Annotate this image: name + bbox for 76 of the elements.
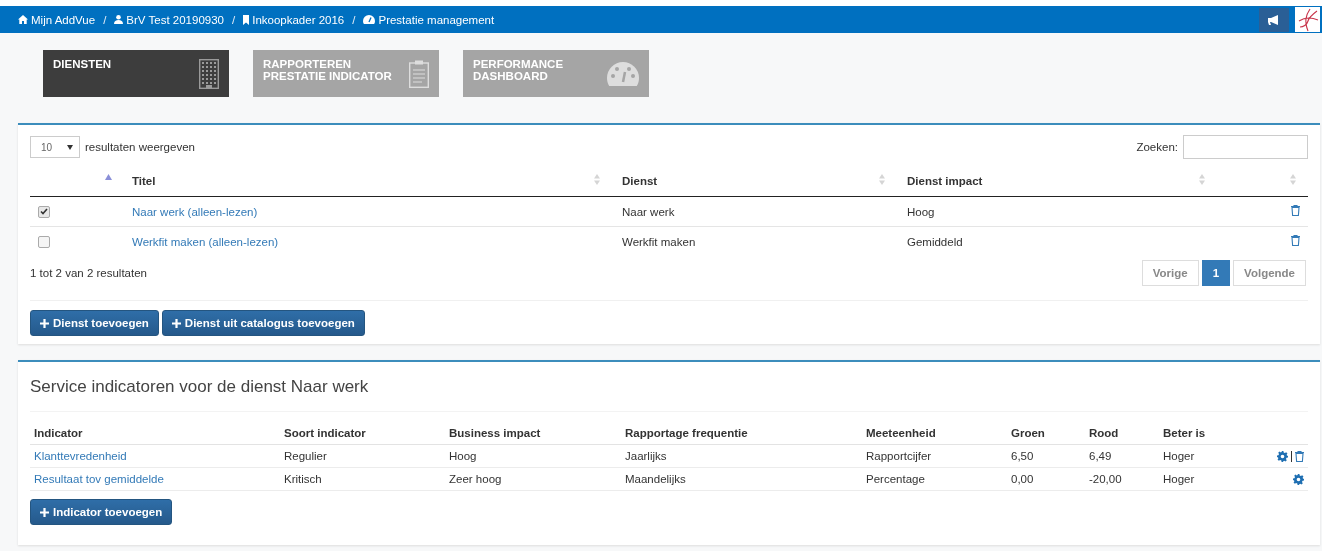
table-cell: 6,49 [1089,450,1112,462]
page-length-select[interactable]: 10 [30,136,80,158]
table-cell: Werkfit maken [622,235,696,248]
table-cell: Gemiddeld [907,235,963,248]
table-cell: Rapportcijfer [866,450,932,462]
trash-icon[interactable] [1295,451,1304,463]
table-cell: Hoger [1163,473,1195,485]
search-field[interactable] [1183,135,1308,159]
plus-icon [171,318,181,328]
column-header[interactable]: Dienst impact [907,174,983,187]
add-button[interactable]: Indicator toevoegen [30,499,173,525]
breadcrumb-separator: / [232,13,236,26]
breadcrumb-link[interactable]: Prestatie management [363,13,495,26]
sort-ascending-icon[interactable] [105,174,112,180]
logo-icon [1296,7,1319,32]
indicator-link[interactable]: Resultaat tov gemiddelde [34,473,164,485]
table-cell: Maandelijks [625,473,686,485]
navigation-tile[interactable]: DIENSTEN [43,50,229,97]
trash-icon[interactable] [1291,235,1300,246]
home-icon [18,15,28,24]
add-button[interactable]: Dienst uit catalogus toevoegen [161,310,365,336]
table-cell: Kritisch [284,473,322,485]
column-header: Groen [1011,427,1045,439]
trash-icon[interactable] [1291,205,1300,216]
pagination-button[interactable]: Vorige [1141,260,1199,286]
column-header: Business impact [449,427,541,439]
building-icon [199,58,219,89]
user-icon [114,15,124,24]
settings-icon[interactable] [1293,474,1304,486]
breadcrumb-link[interactable]: Mijn AddVue [18,13,96,26]
plus-icon [40,318,49,328]
clipboard-icon [409,59,429,88]
pagination-button[interactable]: Volgende [1233,260,1306,286]
column-header: Rapportage frequentie [625,427,748,439]
column-header: Meeteenheid [866,427,936,439]
table-cell: Percentage [866,473,925,485]
table-cell: Naar werk [622,205,675,218]
results-info: 1 tot 2 van 2 resultaten [30,267,147,279]
column-header[interactable]: Titel [132,174,156,187]
table-cell: Hoog [449,450,477,462]
row-checkbox[interactable] [38,236,50,248]
service-title-link[interactable]: Naar werk (alleen-lezen) [132,205,258,218]
table-cell: -20,00 [1089,473,1122,485]
page-length-label: resultaten weergeven [85,141,195,153]
megaphone-icon [1268,14,1280,25]
dashboard-icon [363,15,376,24]
logo[interactable] [1295,7,1320,32]
add-button[interactable]: Dienst toevoegen [30,310,159,336]
settings-icon[interactable] [1277,451,1288,463]
table-cell: Jaarlijks [625,450,667,462]
bookmark-icon [243,14,250,25]
table-cell: 0,00 [1011,473,1034,485]
dashboard-icon [607,61,639,86]
indicator-link[interactable]: Klanttevredenheid [34,450,127,462]
row-checkbox[interactable] [38,206,50,218]
search-label: Zoeken: [1136,141,1178,153]
table-cell: Zeer hoog [449,473,502,485]
table-cell: Hoger [1163,450,1195,462]
table-cell: Hoog [907,205,935,218]
column-header: Soort indicator [284,427,366,439]
column-header[interactable]: Dienst [622,174,658,187]
announcements-button[interactable] [1259,7,1289,32]
column-header: Beter is [1163,427,1206,439]
service-title-link[interactable]: Werkfit maken (alleen-lezen) [132,235,279,248]
table-cell: 6,50 [1011,450,1034,462]
column-header: Rood [1089,427,1119,439]
column-header: Indicator [34,427,83,439]
breadcrumb-separator: / [103,13,107,26]
caret-icon [67,144,73,150]
breadcrumb-link[interactable]: BrV Test 20190930 [114,13,224,26]
plus-icon [40,507,49,517]
breadcrumb-separator: / [352,13,356,26]
table-cell: Regulier [284,450,327,462]
breadcrumb-link[interactable]: Inkoopkader 2016 [243,13,345,26]
pagination-button[interactable]: 1 [1201,260,1231,286]
section-title: Service indicatoren voor de dienst Naar werk [30,362,1308,412]
